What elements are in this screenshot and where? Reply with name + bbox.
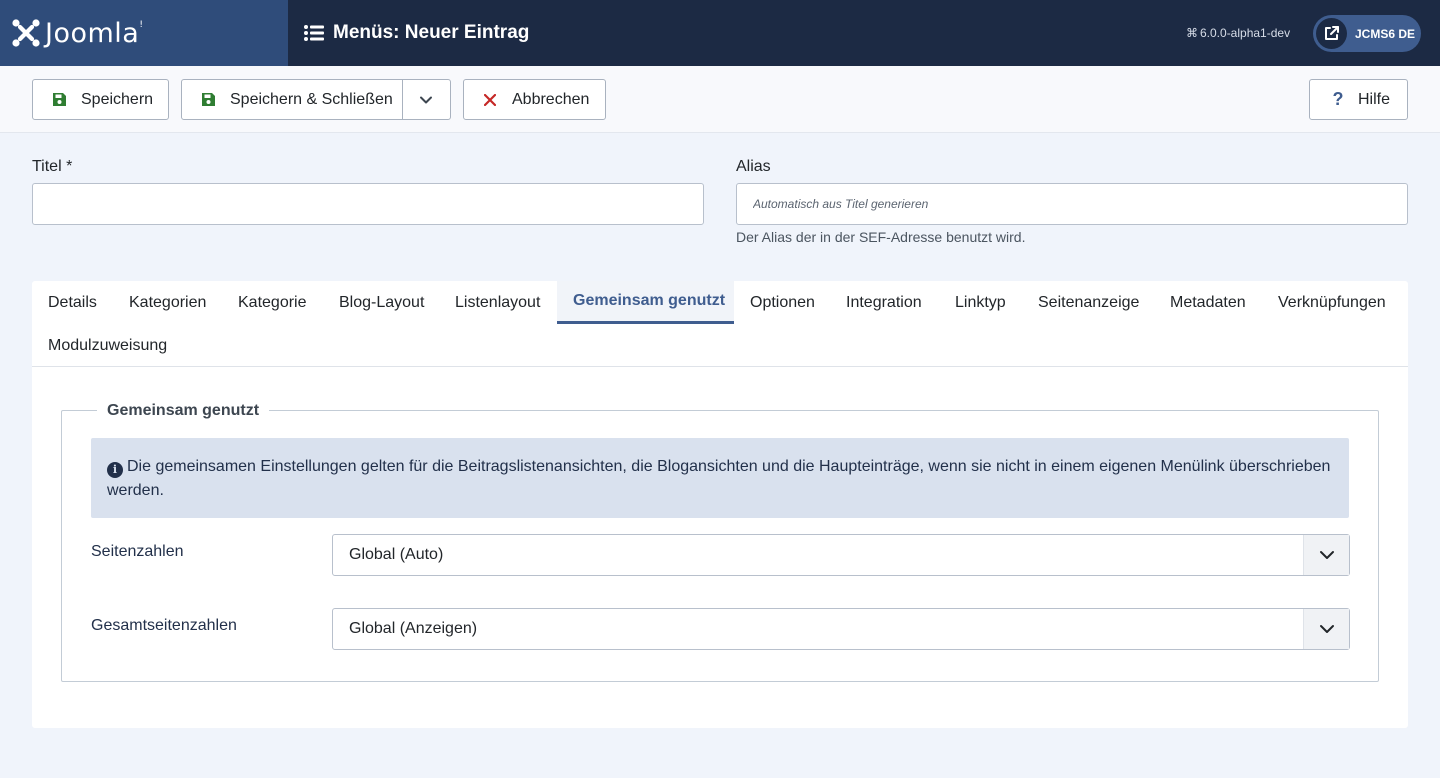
toolbar: Speichern Speichern & Schließen Abbreche… xyxy=(0,66,1440,133)
alias-hint: Der Alias der in der SEF-Adresse benutzt… xyxy=(736,229,1026,245)
save-label: Speichern xyxy=(81,90,154,108)
site-icon-circle xyxy=(1316,18,1347,49)
tab-verknuepfungen[interactable]: Verknüpfungen xyxy=(1278,281,1386,324)
pagination-results-label: Gesamtseitenzahlen xyxy=(91,617,237,634)
select-arrow xyxy=(1303,609,1349,649)
site-link-button[interactable]: JCMS6 DE xyxy=(1313,15,1421,52)
alert-text: Die gemeinsamen Einstellungen gelten für… xyxy=(107,458,1331,499)
close-icon xyxy=(482,92,498,108)
tab-blog-layout[interactable]: Blog-Layout xyxy=(339,281,424,324)
split-divider xyxy=(402,80,403,119)
chevron-down-icon[interactable] xyxy=(419,93,433,107)
tab-integration[interactable]: Integration xyxy=(846,281,922,324)
pagination-label: Seitenzahlen xyxy=(91,543,184,560)
info-alert: i Die gemeinsamen Einstellungen gelten fü… xyxy=(91,438,1349,518)
question-icon: ? xyxy=(1332,89,1344,109)
tab-panel: Details Kategorien Kategorie Blog-Layout… xyxy=(32,281,1408,728)
page-title-wrap: Menüs: Neuer Eintrag xyxy=(304,22,529,44)
floppy-disk-icon xyxy=(51,92,67,108)
tab-seitenanzeige[interactable]: Seitenanzeige xyxy=(1038,281,1139,324)
tab-linktyp[interactable]: Linktyp xyxy=(955,281,1006,324)
save-close-button[interactable]: Speichern & Schließen xyxy=(230,91,393,109)
tab-modulzuweisung[interactable]: Modulzuweisung xyxy=(48,324,167,367)
joomla-logo-icon xyxy=(12,19,40,47)
app-header: Joomla! Menüs: Neuer Eintrag ⌘ 6.0.0-alp… xyxy=(0,0,1440,66)
tab-optionen[interactable]: Optionen xyxy=(750,281,815,324)
page-title: Menüs: Neuer Eintrag xyxy=(333,22,530,43)
save-button[interactable]: Speichern xyxy=(32,79,169,120)
chevron-down-icon xyxy=(1319,625,1334,633)
save-close-group: Speichern & Schließen xyxy=(181,79,451,120)
title-input[interactable] xyxy=(32,183,704,225)
pagination-select[interactable]: Global (Auto) xyxy=(332,534,1350,576)
version-info: ⌘ 6.0.0-alpha1-dev xyxy=(1186,26,1290,40)
site-label: JCMS6 DE xyxy=(1355,26,1416,41)
cancel-button[interactable]: Abbrechen xyxy=(463,79,606,120)
tab-kategorien[interactable]: Kategorien xyxy=(129,281,206,324)
fieldset-legend: Gemeinsam genutzt xyxy=(97,402,270,420)
tab-details[interactable]: Details xyxy=(48,281,97,324)
floppy-disk-icon xyxy=(200,92,216,108)
logo-text: Joomla! xyxy=(45,17,144,49)
tab-listenlayout[interactable]: Listenlayout xyxy=(455,281,540,324)
pagination-results-value: Global (Anzeigen) xyxy=(349,620,478,637)
shared-fieldset: Gemeinsam genutzt i Die gemeinsamen Einst… xyxy=(61,402,1379,682)
tab-gemeinsam-genutzt[interactable]: Gemeinsam genutzt xyxy=(557,281,734,324)
select-arrow xyxy=(1303,535,1349,575)
external-link-icon xyxy=(1325,26,1339,40)
command-icon: ⌘ xyxy=(1186,26,1198,40)
tab-bar: Details Kategorien Kategorie Blog-Layout… xyxy=(32,281,1408,367)
help-button[interactable]: ? Hilfe xyxy=(1309,79,1408,120)
list-icon xyxy=(304,25,324,41)
alias-label: Alias xyxy=(736,158,771,175)
pagination-results-select[interactable]: Global (Anzeigen) xyxy=(332,608,1350,650)
cancel-label: Abbrechen xyxy=(512,90,590,108)
logo-area[interactable]: Joomla! xyxy=(0,0,288,66)
tab-kategorie[interactable]: Kategorie xyxy=(238,281,307,324)
title-label: Titel * xyxy=(32,158,73,175)
version-text: 6.0.0-alpha1-dev xyxy=(1200,26,1291,40)
info-icon: i xyxy=(107,462,123,478)
help-label: Hilfe xyxy=(1358,90,1391,108)
tab-metadaten[interactable]: Metadaten xyxy=(1170,281,1246,324)
alias-input[interactable] xyxy=(736,183,1408,225)
pagination-value: Global (Auto) xyxy=(349,546,444,563)
chevron-down-icon xyxy=(1319,551,1334,559)
